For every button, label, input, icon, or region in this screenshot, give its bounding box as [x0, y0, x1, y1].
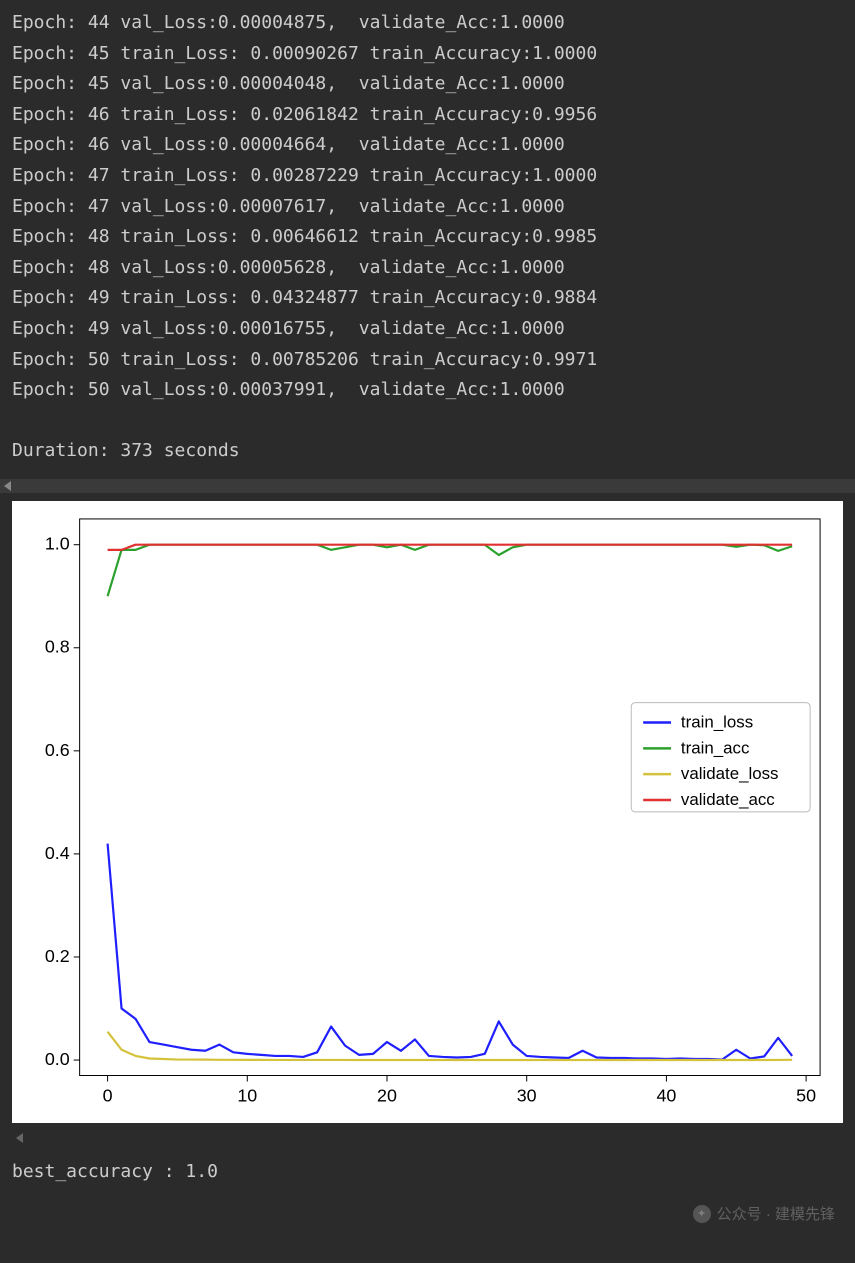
svg-text:validate_loss: validate_loss	[681, 764, 779, 783]
duration-line: Duration: 373 seconds	[12, 436, 843, 467]
svg-text:50: 50	[796, 1085, 816, 1105]
log-line: Epoch: 46 val_Loss:0.00004664, validate_…	[12, 130, 843, 161]
log-line: Epoch: 49 val_Loss:0.00016755, validate_…	[12, 314, 843, 345]
log-lines: Epoch: 44 val_Loss:0.00004875, validate_…	[12, 8, 843, 406]
svg-text:30: 30	[517, 1085, 537, 1105]
best-accuracy-line: best_accuracy : 1.0	[0, 1153, 855, 1200]
svg-text:train_loss: train_loss	[681, 712, 753, 731]
horizontal-scrollbar-2[interactable]	[12, 1131, 843, 1145]
chart-output: 0.0 0.2 0.4 0.6 0.8 1.0 0 10 20 30 40 50 train_losst…	[12, 501, 843, 1123]
svg-text:validate_acc: validate_acc	[681, 790, 775, 809]
svg-text:10: 10	[237, 1085, 257, 1105]
watermark: ✦ 公众号 · 建模先锋	[693, 1202, 835, 1228]
scroll-left-icon[interactable]	[16, 1133, 23, 1143]
svg-text:0: 0	[103, 1085, 113, 1105]
svg-text:train_acc: train_acc	[681, 738, 749, 757]
log-line: Epoch: 48 val_Loss:0.00005628, validate_…	[12, 253, 843, 284]
svg-text:0.8: 0.8	[45, 637, 70, 657]
log-line: Epoch: 45 train_Loss: 0.00090267 train_A…	[12, 39, 843, 70]
log-line: Epoch: 44 val_Loss:0.00004875, validate_…	[12, 8, 843, 39]
log-line: Epoch: 49 train_Loss: 0.04324877 train_A…	[12, 283, 843, 314]
terminal-output: Epoch: 44 val_Loss:0.00004875, validate_…	[0, 0, 855, 475]
horizontal-scrollbar[interactable]	[0, 479, 855, 493]
watermark-text: 公众号 · 建模先锋	[717, 1202, 835, 1228]
svg-text:0.4: 0.4	[45, 843, 70, 863]
log-line: Epoch: 45 val_Loss:0.00004048, validate_…	[12, 69, 843, 100]
training-chart: 0.0 0.2 0.4 0.6 0.8 1.0 0 10 20 30 40 50 train_losst…	[20, 509, 835, 1115]
svg-text:40: 40	[656, 1085, 676, 1105]
log-line: Epoch: 47 train_Loss: 0.00287229 train_A…	[12, 161, 843, 192]
log-line: Epoch: 46 train_Loss: 0.02061842 train_A…	[12, 100, 843, 131]
svg-text:20: 20	[377, 1085, 397, 1105]
svg-text:0.2: 0.2	[45, 946, 70, 966]
svg-text:0.6: 0.6	[45, 740, 70, 760]
log-line: Epoch: 47 val_Loss:0.00007617, validate_…	[12, 192, 843, 223]
log-line: Epoch: 48 train_Loss: 0.00646612 train_A…	[12, 222, 843, 253]
svg-text:0.0: 0.0	[45, 1049, 70, 1069]
blank-line	[12, 406, 843, 437]
log-line: Epoch: 50 val_Loss:0.00037991, validate_…	[12, 375, 843, 406]
wechat-icon: ✦	[693, 1205, 711, 1223]
scroll-left-icon[interactable]	[4, 481, 11, 491]
log-line: Epoch: 50 train_Loss: 0.00785206 train_A…	[12, 345, 843, 376]
svg-text:1.0: 1.0	[45, 534, 70, 554]
